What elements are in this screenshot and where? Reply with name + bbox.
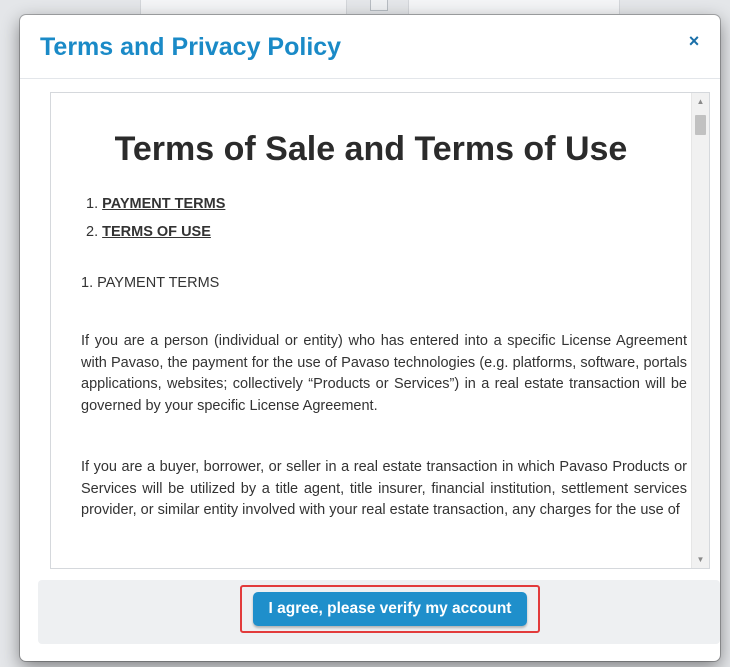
toc-item-number: 2. [86, 224, 99, 240]
document-heading: Terms of Sale and Terms of Use [114, 130, 628, 168]
scroll-down-icon[interactable]: ▼ [692, 551, 709, 568]
toc-item: 2. TERMS OF USE [86, 221, 225, 249]
terms-modal: Terms and Privacy Policy × Terms of Sale… [20, 15, 720, 661]
background-panel [408, 0, 620, 14]
background-icon [370, 0, 388, 11]
toc-link-terms-of-use[interactable]: TERMS OF USE [102, 224, 211, 240]
document-scrollbar[interactable]: ▲ ▼ [691, 93, 709, 568]
close-icon[interactable]: × [682, 29, 706, 53]
scroll-up-icon[interactable]: ▲ [692, 93, 709, 110]
toc-link-payment-terms[interactable]: PAYMENT TERMS [102, 196, 225, 212]
section-heading: 1. PAYMENT TERMS [81, 275, 220, 291]
toc-item: 1. PAYMENT TERMS [86, 193, 225, 221]
paragraph: If you are a person (individual or entit… [81, 333, 687, 414]
table-of-contents: 1. PAYMENT TERMS 2. TERMS OF USE [86, 193, 225, 249]
agree-verify-button[interactable]: I agree, please verify my account [253, 592, 527, 626]
terms-document-content: Terms of Sale and Terms of Use 1. PAYMEN… [51, 93, 691, 568]
background-panel [140, 0, 347, 14]
modal-header: Terms and Privacy Policy × [20, 15, 720, 79]
modal-title: Terms and Privacy Policy [40, 33, 342, 61]
toc-item-number: 1. [86, 196, 99, 212]
paragraph: If you are a buyer, borrower, or seller … [81, 459, 687, 519]
modal-footer: I agree, please verify my account [38, 580, 720, 644]
terms-document-frame[interactable]: Terms of Sale and Terms of Use 1. PAYMEN… [50, 92, 710, 569]
scrollbar-thumb[interactable] [695, 115, 706, 135]
